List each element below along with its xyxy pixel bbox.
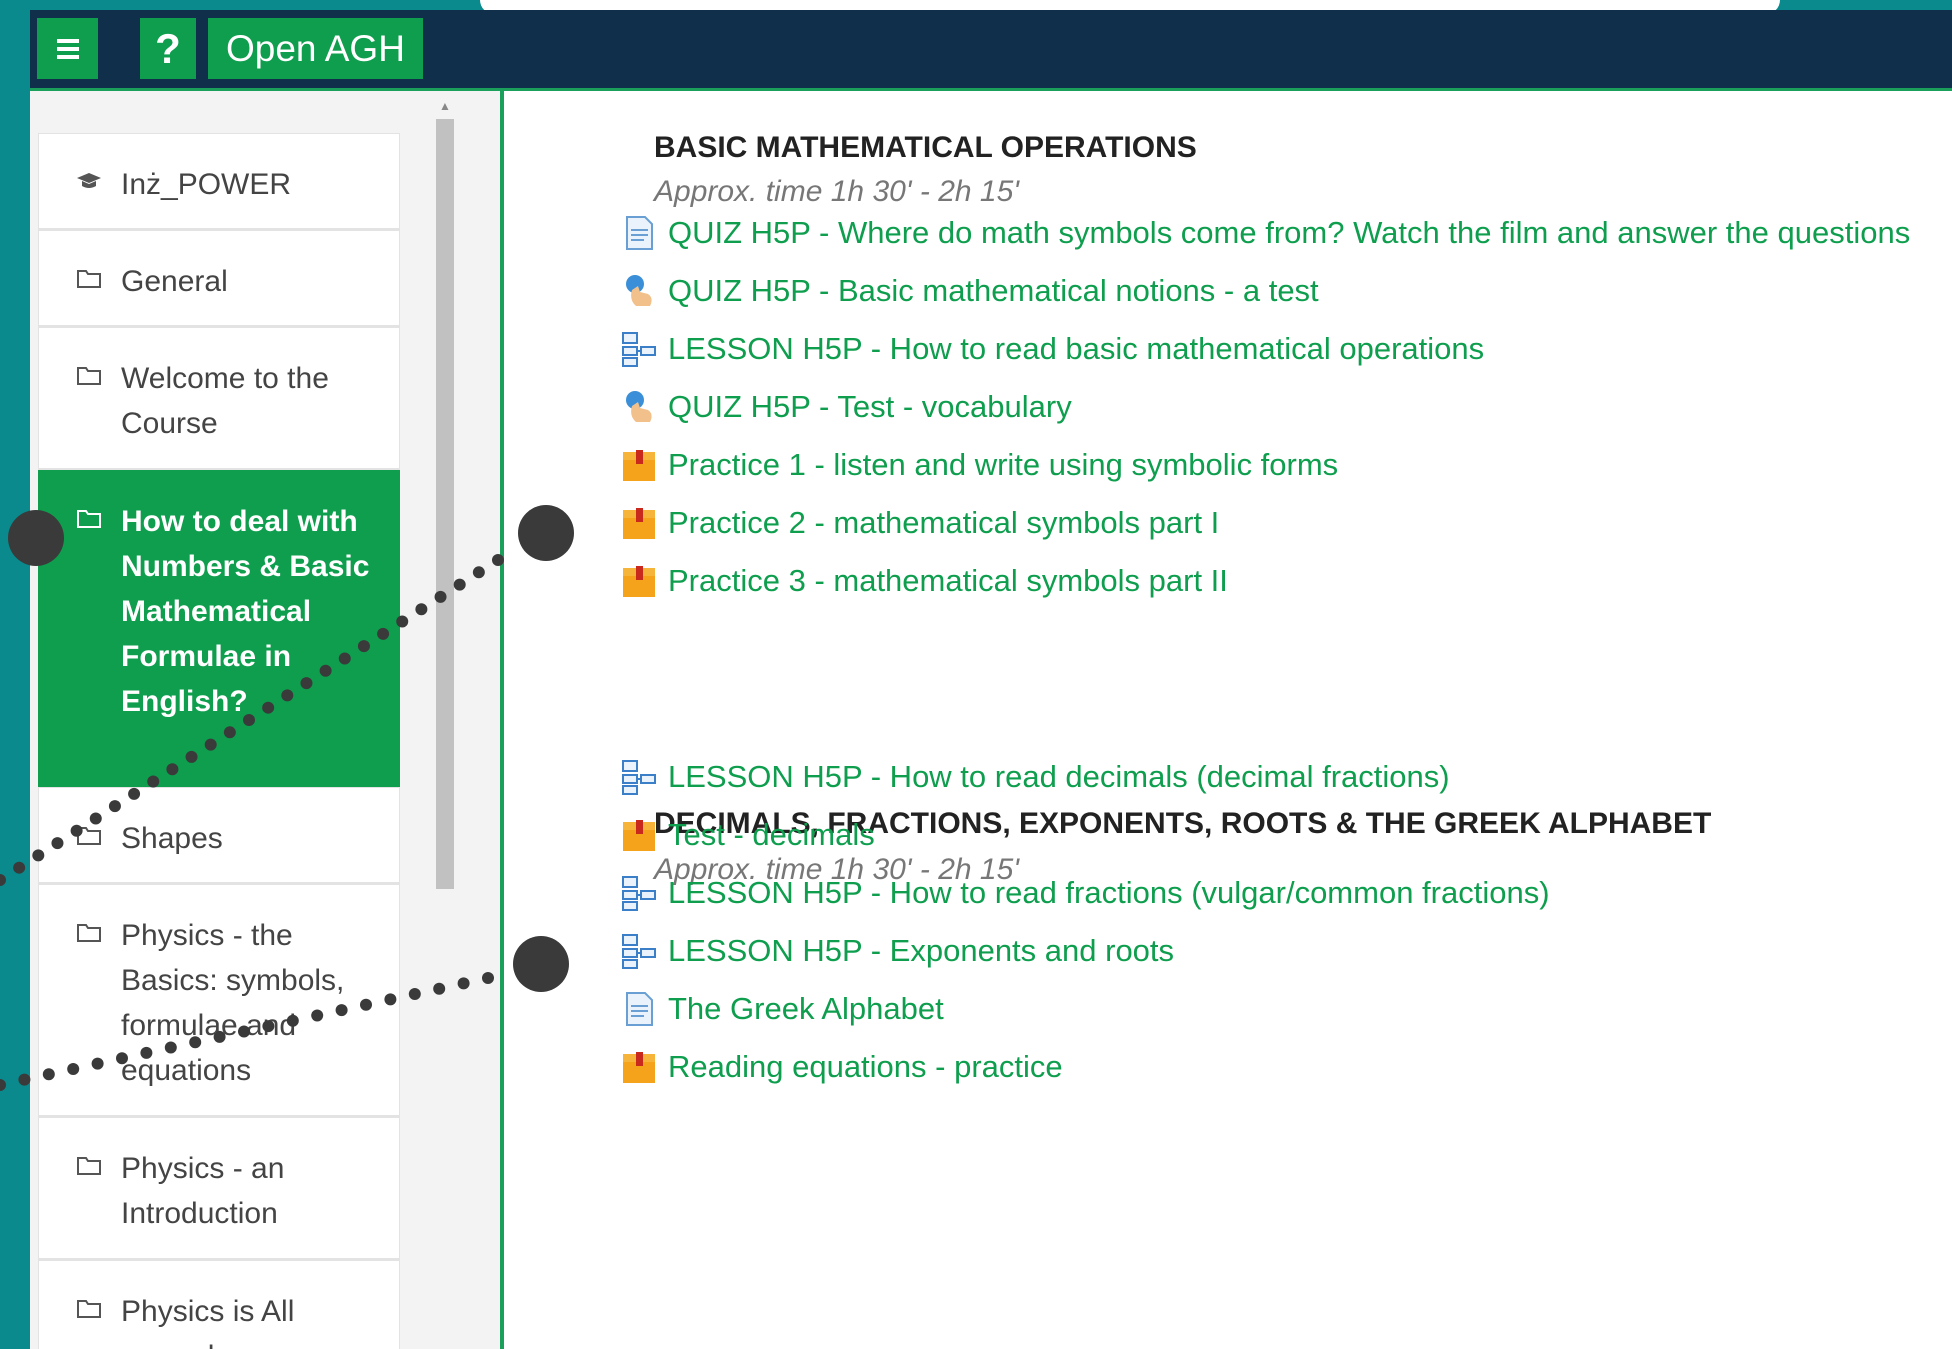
activity-label: Practice 1 - listen and write using symb… bbox=[668, 447, 1339, 482]
package-icon bbox=[620, 816, 658, 854]
package-icon bbox=[620, 562, 658, 600]
decorative-dot-icon bbox=[0, 1079, 6, 1091]
activity-label: QUIZ H5P - Basic mathematical notions - … bbox=[668, 273, 1319, 308]
brand-link[interactable]: Open AGH bbox=[208, 18, 423, 79]
app-window: ? Open AGH Inż_POWER General Welcome to … bbox=[30, 10, 1952, 1349]
navbar: ? Open AGH bbox=[30, 10, 1952, 88]
activity-label: Test - decimals bbox=[668, 817, 875, 852]
sidebar-list: Inż_POWER General Welcome to the Course … bbox=[38, 133, 400, 1349]
page-icon bbox=[620, 990, 658, 1028]
activity-link[interactable]: LESSON H5P - How to read basic mathemati… bbox=[620, 326, 1484, 372]
lesson-icon bbox=[620, 758, 658, 796]
graduation-cap-icon bbox=[77, 173, 101, 188]
decorative-dot-icon bbox=[13, 861, 26, 874]
section-title: BASIC MATHEMATICAL OPERATIONS bbox=[654, 131, 1197, 164]
activity-link[interactable]: Reading equations - practice bbox=[620, 1044, 1063, 1090]
sidebar-item-label: Physics - an Introduction bbox=[121, 1152, 285, 1230]
sidebar-item-physics-basics[interactable]: Physics - the Basics: symbols, formulae … bbox=[38, 884, 400, 1117]
activity-link[interactable]: QUIZ H5P - Test - vocabulary bbox=[620, 384, 1072, 430]
sidebar-item-label: General bbox=[121, 265, 228, 298]
activity-link[interactable]: Test - decimals bbox=[620, 812, 875, 858]
folder-icon bbox=[77, 510, 101, 528]
package-icon bbox=[620, 446, 658, 484]
sidebar-item-shapes[interactable]: Shapes bbox=[38, 787, 400, 884]
package-icon bbox=[620, 504, 658, 542]
activity-link[interactable]: QUIZ H5P - Where do math symbols come fr… bbox=[620, 210, 1910, 256]
menu-toggle-button[interactable] bbox=[37, 18, 98, 79]
activity-label: QUIZ H5P - Where do math symbols come fr… bbox=[668, 215, 1911, 250]
activity-link[interactable]: LESSON H5P - How to read fractions (vulg… bbox=[620, 870, 1550, 916]
activity-link[interactable]: Practice 1 - listen and write using symb… bbox=[620, 442, 1338, 488]
help-button[interactable]: ? bbox=[140, 18, 196, 79]
activity-label: Reading equations - practice bbox=[668, 1049, 1063, 1084]
folder-icon bbox=[77, 827, 101, 845]
activity-label: The Greek Alphabet bbox=[668, 991, 944, 1026]
interactive-quiz-icon bbox=[620, 388, 658, 426]
hamburger-icon bbox=[56, 38, 79, 59]
interactive-quiz-icon bbox=[620, 272, 658, 310]
activity-link[interactable]: QUIZ H5P - Basic mathematical notions - … bbox=[620, 268, 1319, 314]
course-index-sidebar: Inż_POWER General Welcome to the Course … bbox=[30, 91, 504, 1349]
sidebar-item-numbers-active[interactable]: How to deal with Numbers & Basic Mathema… bbox=[38, 470, 400, 787]
sidebar-scrollbar-thumb[interactable] bbox=[436, 119, 454, 889]
lesson-icon bbox=[620, 330, 658, 368]
sidebar-item-general[interactable]: General bbox=[38, 230, 400, 327]
sidebar-item-label: Physics - the Basics: symbols, formulae … bbox=[121, 919, 345, 1087]
lesson-icon bbox=[620, 932, 658, 970]
sidebar-item-label: Welcome to the Course bbox=[121, 362, 329, 440]
activity-label: LESSON H5P - How to read fractions (vulg… bbox=[668, 875, 1550, 910]
sidebar-item-label: Shapes bbox=[121, 822, 223, 855]
folder-icon bbox=[77, 924, 101, 942]
activity-label: QUIZ H5P - Test - vocabulary bbox=[668, 389, 1072, 424]
activity-label: LESSON H5P - Exponents and roots bbox=[668, 933, 1175, 968]
package-icon bbox=[620, 1048, 658, 1086]
activity-label: LESSON H5P - How to read basic mathemati… bbox=[668, 331, 1485, 366]
sidebar-item-label: Physics is All around us bbox=[121, 1295, 295, 1349]
folder-icon bbox=[77, 367, 101, 385]
scroll-up-arrow-icon[interactable]: ▲ bbox=[436, 99, 454, 115]
sidebar-item-physics-around[interactable]: Physics is All around us bbox=[38, 1260, 400, 1349]
sidebar-item-welcome[interactable]: Welcome to the Course bbox=[38, 327, 400, 470]
decorative-dot-icon bbox=[18, 1073, 31, 1086]
activity-label: Practice 3 - mathematical symbols part I… bbox=[668, 563, 1228, 598]
sidebar-item-label: How to deal with Numbers & Basic Mathema… bbox=[121, 505, 370, 718]
folder-icon bbox=[77, 270, 101, 288]
sidebar-item-label: Inż_POWER bbox=[121, 168, 292, 201]
activity-link[interactable]: LESSON H5P - How to read decimals (decim… bbox=[620, 754, 1450, 800]
activity-label: LESSON H5P - How to read decimals (decim… bbox=[668, 759, 1450, 794]
decorative-dot-icon bbox=[0, 874, 6, 886]
sidebar-item-physics-intro[interactable]: Physics - an Introduction bbox=[38, 1117, 400, 1260]
activity-label: Practice 2 - mathematical symbols part I bbox=[668, 505, 1220, 540]
course-content: BASIC MATHEMATICAL OPERATIONS Approx. ti… bbox=[504, 91, 1952, 1349]
section-time: Approx. time 1h 30' - 2h 15' bbox=[654, 175, 1019, 208]
sidebar-item-course-home[interactable]: Inż_POWER bbox=[38, 133, 400, 230]
folder-icon bbox=[77, 1300, 101, 1318]
activity-link[interactable]: Practice 2 - mathematical symbols part I bbox=[620, 500, 1219, 546]
activity-link[interactable]: The Greek Alphabet bbox=[620, 986, 944, 1032]
activity-link[interactable]: Practice 3 - mathematical symbols part I… bbox=[620, 558, 1228, 604]
folder-icon bbox=[77, 1157, 101, 1175]
page-icon bbox=[620, 214, 658, 252]
activity-link[interactable]: LESSON H5P - Exponents and roots bbox=[620, 928, 1174, 974]
lesson-icon bbox=[620, 874, 658, 912]
